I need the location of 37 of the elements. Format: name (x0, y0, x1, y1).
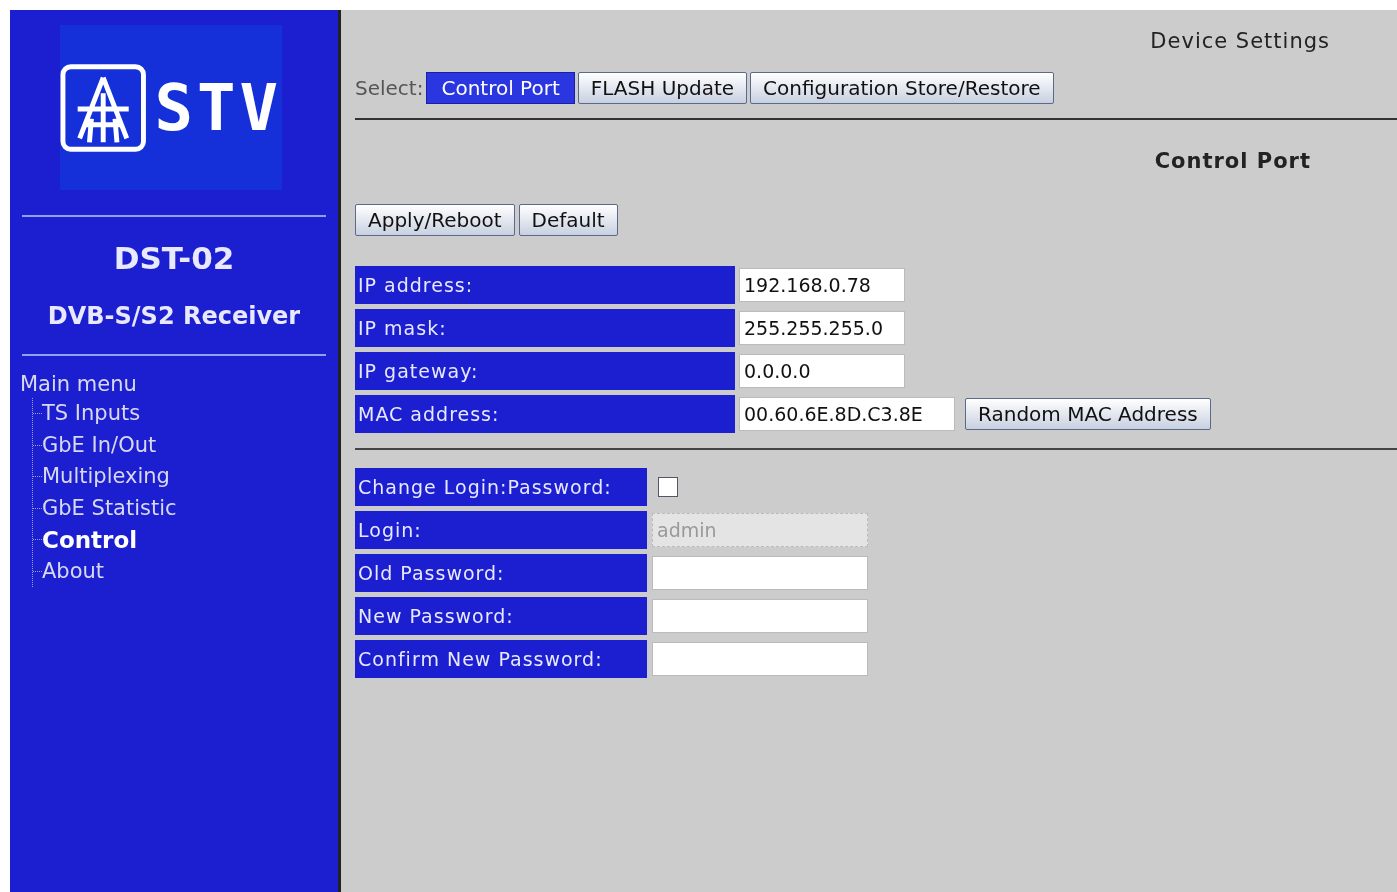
menu-item[interactable]: Multiplexing (42, 461, 170, 493)
device-subtitle: DVB-S/S2 Receiver (46, 304, 302, 328)
field-label: Login: (355, 511, 647, 549)
input-field[interactable] (652, 599, 868, 633)
menu-item[interactable]: About (42, 555, 105, 587)
menu-item[interactable]: GbE In/Out (42, 429, 157, 461)
field-label: MAC address: (355, 395, 735, 433)
field-label: Old Password: (355, 554, 647, 592)
select-label: Select: (355, 74, 424, 102)
tab[interactable]: Configuration Store/Restore (750, 71, 1054, 104)
input-field[interactable]: 0.0.0.0 (739, 354, 905, 388)
logo-text: STV (154, 75, 282, 140)
tab[interactable]: FLASH Update (577, 71, 748, 104)
checkbox[interactable] (658, 477, 678, 497)
menu-item[interactable]: Control (42, 522, 138, 557)
input-field[interactable]: 255.255.255.0 (739, 311, 905, 345)
button[interactable]: Random MAC Address (965, 398, 1211, 430)
menu-item[interactable]: GbE Statistic (42, 492, 177, 524)
input-field[interactable] (652, 556, 868, 590)
field-label: Change Login:Password: (355, 468, 647, 506)
page-title: Device Settings (1150, 28, 1330, 55)
input-field[interactable] (652, 642, 868, 676)
field-label: New Password: (355, 597, 647, 635)
input-field[interactable]: 192.168.0.78 (739, 268, 905, 302)
field-label: IP gateway: (355, 352, 735, 390)
field-label: IP mask: (355, 309, 735, 347)
field-label: IP address: (355, 266, 735, 304)
tab[interactable]: Control Port (426, 71, 575, 104)
input-field[interactable]: 00.60.6E.8D.C3.8E (739, 397, 955, 431)
field-label: Confirm New Password: (355, 640, 647, 678)
button[interactable]: Default (518, 204, 618, 236)
device-name: DST-02 (112, 243, 236, 274)
menu-item[interactable]: TS Inputs (42, 398, 141, 430)
section-title: Control Port (1154, 147, 1311, 175)
logo-emblem-icon (60, 62, 147, 153)
menu-title: Main menu (20, 371, 138, 398)
button[interactable]: Apply/Reboot (355, 204, 515, 236)
